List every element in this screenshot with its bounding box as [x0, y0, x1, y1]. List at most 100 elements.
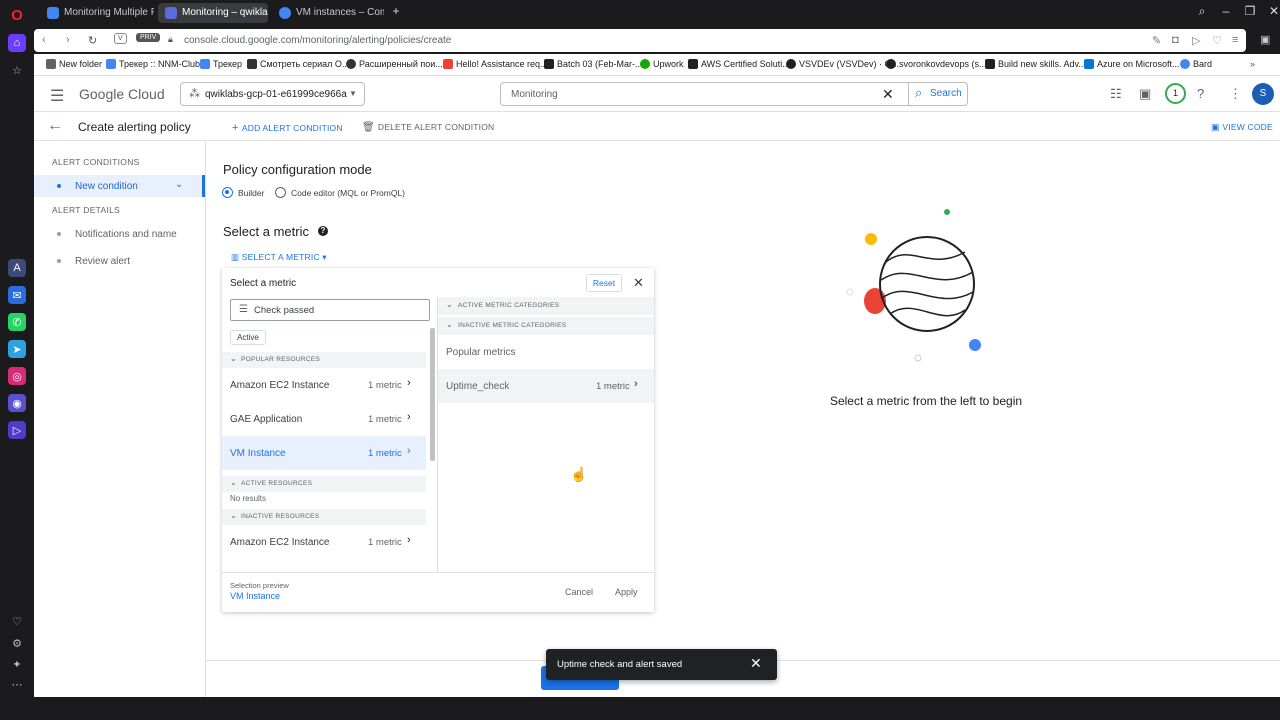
bookmark-item[interactable]: svoronkovdevops (s... — [886, 59, 987, 69]
bullet-icon — [57, 259, 61, 263]
close-icon[interactable]: ✕ — [633, 275, 644, 291]
delete-alert-condition-button[interactable]: 🗑︎ DELETE ALERT CONDITION — [362, 122, 494, 133]
close-icon[interactable]: ✕ — [1266, 4, 1280, 18]
telegram-icon[interactable]: ➤ — [8, 340, 26, 358]
filter-input[interactable] — [254, 305, 414, 316]
bookmark-item[interactable]: Azure on Microsoft... — [1084, 59, 1180, 69]
filter-field[interactable]: ☰ — [230, 299, 430, 321]
minimize-icon[interactable]: – — [1218, 4, 1234, 18]
aria-icon[interactable]: A — [8, 259, 26, 277]
opera-logo-icon[interactable]: O — [8, 6, 26, 24]
bookmark-item[interactable]: Трекер — [200, 59, 242, 69]
heart-icon[interactable]: ♡ — [1212, 34, 1222, 47]
url-text[interactable]: console.cloud.google.com/monitoring/aler… — [184, 35, 451, 46]
reload-icon[interactable]: ↻ — [88, 34, 97, 47]
bookmark-item[interactable]: AWS Certified Soluti... — [688, 59, 790, 69]
inactive-resources-header[interactable]: ⌄ INACTIVE RESOURCES — [222, 509, 426, 525]
nav-item-notifications[interactable]: Notifications and name — [34, 223, 205, 245]
bookmark-item[interactable]: Upwork — [640, 59, 684, 69]
bookmark-item[interactable]: Hello! Assistance req... — [443, 59, 548, 69]
resource-row[interactable]: GAE Application 1 metric › — [222, 402, 426, 436]
scrollbar[interactable] — [430, 328, 435, 461]
help-icon[interactable]: ? — [318, 226, 328, 236]
restore-icon[interactable]: ❐ — [1242, 4, 1258, 18]
resource-row[interactable]: Amazon EC2 Instance 1 metric › — [222, 368, 426, 402]
tab-vm-instances[interactable]: VM instances – Compute — [272, 3, 384, 23]
edit-icon[interactable]: ✎ — [1152, 34, 1161, 47]
nav-item-new-condition[interactable]: New condition ⌄ — [34, 175, 205, 197]
active-filter-chip[interactable]: Active — [230, 330, 266, 345]
menu-icon[interactable]: ☰ — [50, 86, 64, 106]
select-metric-button[interactable]: ▥ SELECT A METRIC ▾ — [231, 252, 327, 263]
send-icon[interactable]: ▷ — [1192, 34, 1200, 47]
heart-icon[interactable]: ♡ — [8, 612, 26, 630]
clear-icon[interactable]: ✕ — [882, 86, 894, 103]
view-code-button[interactable]: ▣ VIEW CODE — [1211, 122, 1273, 133]
bookmark-item[interactable]: Bard — [1180, 59, 1212, 69]
popular-resources-header[interactable]: ⌄ POPULAR RESOURCES — [222, 352, 426, 368]
metric-illustration — [846, 209, 981, 362]
notification-badge[interactable]: 1 — [1165, 83, 1186, 104]
search-box[interactable]: ✕ ⌕ Search — [500, 82, 968, 106]
discord-icon[interactable]: ◉ — [8, 394, 26, 412]
close-icon[interactable]: ✕ — [750, 655, 762, 672]
bookmark-item[interactable]: Трекер :: NNM-Club — [106, 59, 200, 69]
more-bookmarks-icon[interactable]: » — [1250, 59, 1255, 69]
bookmark-item[interactable]: VSVDEv (VSVDev) · G... — [786, 59, 899, 69]
player-icon[interactable]: ▷ — [8, 421, 26, 439]
reset-button[interactable]: Reset — [586, 274, 622, 292]
forward-icon[interactable]: › — [66, 34, 70, 46]
notes-icon[interactable]: ☷ — [1110, 86, 1122, 102]
instagram-icon[interactable]: ◎ — [8, 367, 26, 385]
builder-radio[interactable] — [222, 187, 233, 198]
category-uptime-check[interactable]: Uptime_check 1 metric › — [438, 369, 654, 403]
active-resources-header[interactable]: ⌄ ACTIVE RESOURCES — [222, 476, 426, 492]
bulb-icon[interactable]: ✦ — [8, 655, 26, 673]
bookmark-item[interactable]: Расширенный пои... — [346, 59, 443, 69]
avatar[interactable]: S — [1252, 83, 1274, 105]
category-popular-metrics[interactable]: Popular metrics — [438, 335, 654, 369]
cancel-button[interactable]: Cancel — [565, 587, 593, 597]
url-bar[interactable]: ‹ › ↻ V PRIV 🔒︎ console.cloud.google.com… — [34, 29, 1246, 52]
resource-row-selected[interactable]: VM Instance 1 metric › — [222, 436, 426, 470]
menu-icon[interactable]: ≡ — [1232, 34, 1238, 46]
active-categories-header[interactable]: ⌄ ACTIVE METRIC CATEGORIES — [438, 297, 654, 315]
camera-icon[interactable]: ◘ — [1172, 34, 1179, 46]
code-editor-radio[interactable] — [275, 187, 286, 198]
search-icon[interactable]: ⌕ — [1194, 4, 1210, 19]
bookmark-item[interactable]: Batch 03 (Feb-Mar-... — [544, 59, 643, 69]
inactive-categories-header[interactable]: ⌄ INACTIVE METRIC CATEGORIES — [438, 317, 654, 335]
project-picker[interactable]: ⁂ qwiklabs-gcp-01-e61999ce966a ▼ — [180, 82, 365, 106]
nav-item-review[interactable]: Review alert — [34, 250, 205, 272]
sidebar-toggle-icon[interactable]: ▣ — [1260, 33, 1270, 46]
plus-icon[interactable]: + — [388, 4, 404, 18]
bookmark-item[interactable]: Build new skills. Adv... — [985, 59, 1086, 69]
search-input[interactable] — [511, 89, 871, 100]
tab-monitoring-multiple[interactable]: Monitoring Multiple Proje — [40, 3, 154, 23]
whatsapp-icon[interactable]: ✆ — [8, 313, 26, 331]
search-button[interactable]: ⌕ Search — [908, 83, 968, 105]
resource-row[interactable]: Amazon EC2 Instance 1 metric › — [222, 525, 426, 555]
tab-monitoring-active[interactable]: Monitoring – qwiklabs-gcp — [158, 3, 268, 23]
vpn-badge[interactable]: V — [114, 33, 127, 44]
settings-icon[interactable]: ⚙ — [8, 634, 26, 652]
help-icon[interactable]: ? — [1197, 86, 1204, 101]
chevron-down-icon[interactable]: ⌄ — [175, 179, 183, 190]
bookmark-item[interactable]: Смотреть сериал О... — [247, 59, 349, 69]
lock-icon[interactable]: 🔒︎ — [168, 34, 173, 45]
back-arrow-icon[interactable]: ← — [47, 117, 63, 135]
builder-label[interactable]: Builder — [238, 188, 264, 198]
home-icon[interactable]: ⌂ — [8, 34, 26, 52]
more-icon[interactable]: ⋯ — [8, 675, 26, 693]
messenger-icon[interactable]: ✉ — [8, 286, 26, 304]
code-editor-label[interactable]: Code editor (MQL or PromQL) — [291, 188, 405, 198]
google-cloud-logo[interactable]: Google Cloud — [79, 86, 165, 102]
bookmark-item[interactable]: New folder — [46, 59, 102, 69]
nav-section-alert-details: ALERT DETAILS — [52, 205, 121, 215]
cloud-shell-icon[interactable]: ▣ — [1139, 86, 1151, 102]
more-vert-icon[interactable]: ⋮ — [1229, 86, 1242, 102]
back-icon[interactable]: ‹ — [42, 34, 46, 46]
apply-button[interactable]: Apply — [615, 587, 638, 597]
star-icon[interactable]: ☆ — [8, 61, 26, 79]
add-alert-condition-button[interactable]: + ADD ALERT CONDITION — [232, 122, 343, 134]
